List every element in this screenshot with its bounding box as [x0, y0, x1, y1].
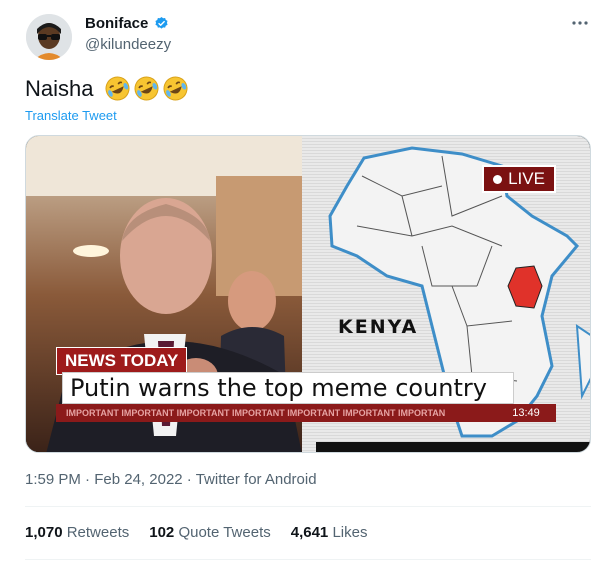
retweets-stat[interactable]: 1,070 Retweets [25, 524, 129, 541]
likes-label: Likes [332, 524, 368, 541]
news-tag: NEWS TODAY [56, 347, 188, 375]
live-badge: LIVE [482, 165, 556, 193]
tweet-media-image[interactable]: LIVE KENYA NEWS TODAY Putin warns the to… [25, 135, 591, 453]
tweet-text: Naisha [25, 76, 94, 101]
news-headline: Putin warns the top meme country [70, 374, 487, 402]
tweet-stats: 1,070 Retweets 102 Quote Tweets 4,641 Li… [25, 524, 367, 541]
quote-tweets-stat[interactable]: 102 Quote Tweets [149, 524, 270, 541]
quotes-count: 102 [149, 524, 175, 541]
news-ticker: IMPORTANT IMPORTANT IMPORTANT IMPORTANT … [56, 404, 506, 422]
translate-tweet-link[interactable]: Translate Tweet [25, 108, 117, 123]
likes-stat[interactable]: 4,641 Likes [291, 524, 368, 541]
meta-separator: · [80, 471, 95, 488]
avatar[interactable] [26, 14, 72, 60]
meta-separator: · [182, 471, 196, 488]
verified-badge-icon [154, 16, 169, 31]
author-name[interactable]: Boniface [85, 15, 148, 32]
live-dot-icon [493, 174, 503, 184]
bottom-strip [316, 442, 590, 452]
news-time: 13:49 [496, 404, 556, 422]
more-horizontal-icon[interactable] [571, 14, 589, 32]
retweets-count: 1,070 [25, 524, 63, 541]
rolling-on-floor-laughing-icon [105, 76, 130, 101]
map-country-label: KENYA [338, 316, 419, 338]
quotes-label: Quote Tweets [178, 524, 271, 541]
divider [25, 506, 591, 507]
tweet-time[interactable]: 1:59 PM [25, 471, 81, 488]
rolling-on-floor-laughing-icon [163, 76, 188, 101]
author-handle[interactable]: @kilundeezy [85, 36, 171, 53]
likes-count: 4,641 [290, 524, 329, 541]
tweet-source[interactable]: Twitter for Android [196, 471, 317, 488]
tweet-meta: 1:59 PM · Feb 24, 2022 · Twitter for And… [25, 471, 317, 488]
divider [25, 559, 591, 560]
rolling-on-floor-laughing-icon [134, 76, 159, 101]
tweet-date[interactable]: Feb 24, 2022 [94, 471, 182, 488]
live-label: LIVE [508, 169, 545, 188]
retweets-label: Retweets [66, 524, 130, 541]
